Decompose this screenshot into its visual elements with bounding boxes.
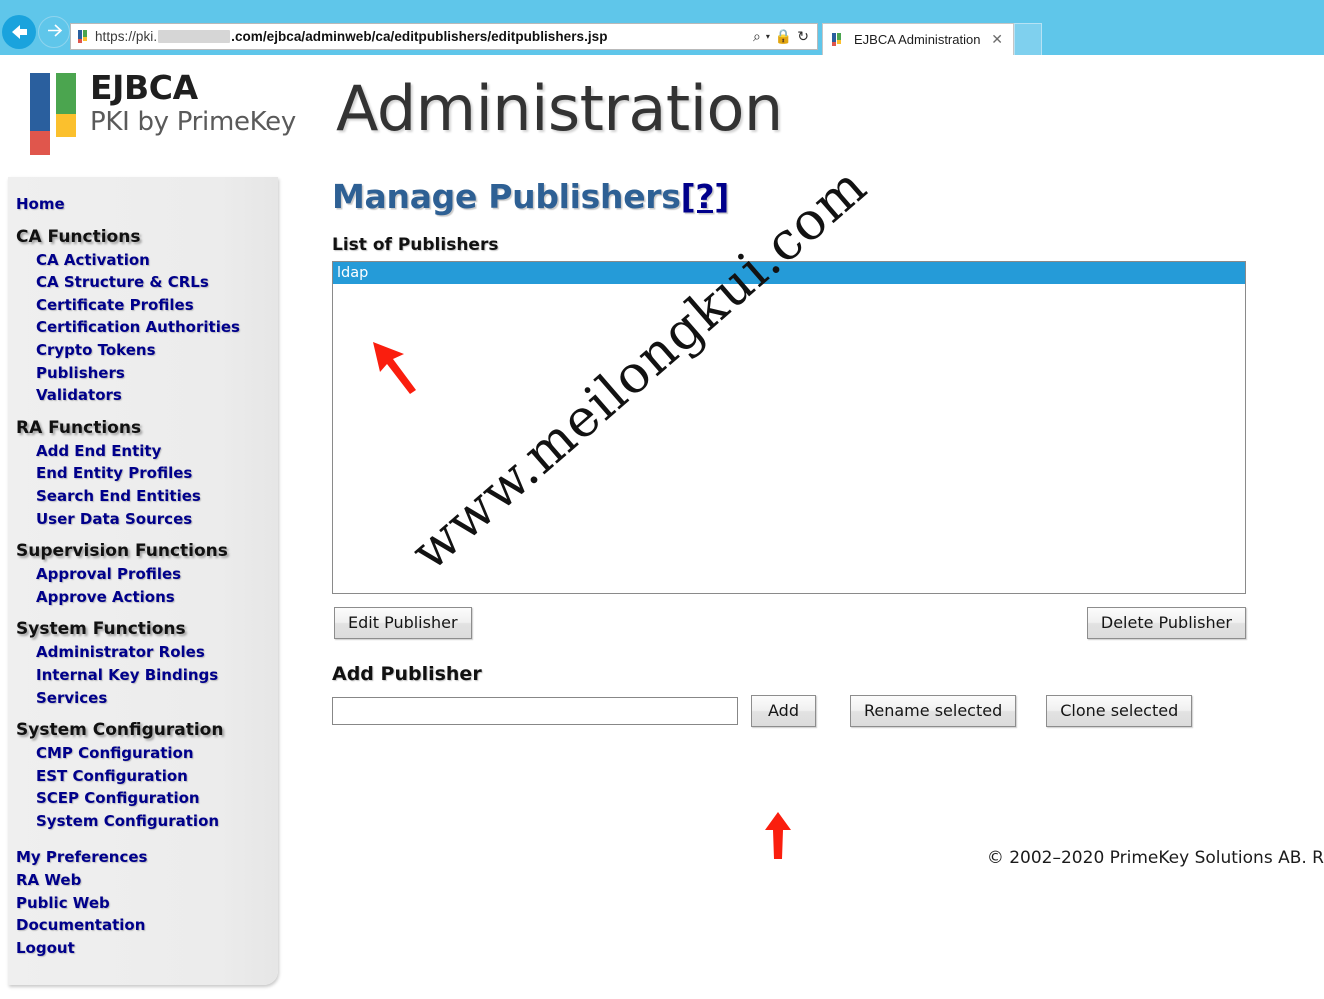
sidebar-item-home[interactable]: Home (8, 193, 278, 216)
site-favicon-icon (78, 30, 89, 43)
app-title: Administration (336, 72, 783, 145)
logo-title: EJBCA (90, 68, 198, 107)
tab-title: EJBCA Administration (854, 32, 981, 47)
sidebar-item-approve-actions[interactable]: Approve Actions (8, 586, 278, 609)
url-prefix: https://pki. (95, 29, 158, 44)
add-button[interactable]: Add (751, 695, 816, 727)
tab-favicon-icon (832, 33, 843, 46)
sidebar-item-est-configuration[interactable]: EST Configuration (8, 765, 278, 788)
browser-chrome: https://pki. .com/ejbca/adminweb/ca/editp… (0, 0, 1324, 55)
publisher-name-input[interactable] (332, 697, 738, 725)
url-text: https://pki. .com/ejbca/adminweb/ca/editp… (95, 29, 608, 44)
chevron-down-icon[interactable]: ▾ (766, 32, 770, 41)
annotation-arrow-add (762, 812, 794, 864)
sidebar-item-validators[interactable]: Validators (8, 384, 278, 407)
back-arrow-icon (9, 23, 29, 41)
help-link[interactable]: [?] (681, 177, 730, 216)
page-header: EJBCA PKI by PrimeKey Administration (0, 55, 1324, 177)
new-tab-button[interactable] (1014, 23, 1042, 55)
main-content: Manage Publishers[?] List of Publishers … (332, 177, 1324, 868)
sidebar-item-search-end-entities[interactable]: Search End Entities (8, 485, 278, 508)
add-publisher-row: Add Rename selected Clone selected (332, 695, 1324, 727)
sidebar-item-end-entity-profiles[interactable]: End Entity Profiles (8, 462, 278, 485)
add-section-label: Add Publisher (332, 663, 482, 685)
page-content: EJBCA PKI by PrimeKey Administration Hom… (0, 55, 1324, 999)
list-action-buttons: Edit Publisher Delete Publisher (332, 607, 1246, 641)
search-icon[interactable]: ⌕ (753, 30, 761, 44)
sidebar-navigation: Home CA Functions CA Activation CA Struc… (8, 177, 278, 985)
publishers-listbox[interactable]: ldap (332, 261, 1246, 594)
edit-publisher-button[interactable]: Edit Publisher (334, 607, 472, 639)
list-section-label: List of Publishers (332, 235, 499, 255)
delete-publisher-button[interactable]: Delete Publisher (1086, 607, 1246, 639)
page-title: Manage Publishers[?] (332, 177, 1324, 217)
url-suffix: .com/ejbca/adminweb/ca/editpublishers/ed… (231, 29, 608, 44)
sidebar-header-ra-functions: RA Functions (16, 417, 142, 438)
rename-selected-button[interactable]: Rename selected (849, 695, 1017, 727)
sidebar-item-documentation[interactable]: Documentation (8, 914, 278, 937)
ejbca-logo: EJBCA PKI by PrimeKey (30, 70, 296, 155)
sidebar-item-logout[interactable]: Logout (8, 937, 278, 960)
tab-ejbca-administration[interactable]: EJBCA Administration ✕ (822, 23, 1014, 55)
sidebar-item-crypto-tokens[interactable]: Crypto Tokens (8, 339, 278, 362)
sidebar-item-add-end-entity[interactable]: Add End Entity (8, 440, 278, 463)
sidebar-item-services[interactable]: Services (8, 687, 278, 710)
url-redacted-block (158, 30, 231, 43)
sidebar-item-approval-profiles[interactable]: Approval Profiles (8, 563, 278, 586)
clone-selected-button[interactable]: Clone selected (1046, 695, 1193, 727)
sidebar-item-ra-web[interactable]: RA Web (8, 869, 278, 892)
sidebar-item-public-web[interactable]: Public Web (8, 892, 278, 915)
sidebar-item-publishers[interactable]: Publishers (8, 362, 278, 385)
close-icon[interactable]: ✕ (987, 32, 1007, 48)
logo-bars-icon (30, 73, 79, 155)
sidebar-item-administrator-roles[interactable]: Administrator Roles (8, 641, 278, 664)
sidebar-item-certification-authorities[interactable]: Certification Authorities (8, 316, 278, 339)
lock-icon: 🔒 (774, 28, 793, 45)
page-title-text: Manage Publishers (332, 177, 681, 216)
refresh-icon[interactable]: ↻ (797, 30, 809, 44)
back-button[interactable] (2, 15, 36, 49)
sidebar-item-ca-structure-crls[interactable]: CA Structure & CRLs (8, 271, 278, 294)
address-bar[interactable]: https://pki. .com/ejbca/adminweb/ca/editp… (70, 23, 818, 50)
logo-subtitle: PKI by PrimeKey (90, 107, 296, 137)
sidebar-item-user-data-sources[interactable]: User Data Sources (8, 508, 278, 531)
sidebar-item-scep-configuration[interactable]: SCEP Configuration (8, 787, 278, 810)
sidebar-item-my-preferences[interactable]: My Preferences (8, 846, 278, 869)
sidebar-item-ca-activation[interactable]: CA Activation (8, 249, 278, 272)
sidebar-header-system-configuration: System Configuration (16, 720, 224, 741)
sidebar-header-system-functions: System Functions (16, 619, 186, 640)
sidebar-item-system-configuration[interactable]: System Configuration (8, 810, 278, 833)
sidebar-header-supervision-functions: Supervision Functions (16, 541, 228, 562)
tab-strip: EJBCA Administration ✕ (822, 23, 1042, 55)
sidebar-header-ca-functions: CA Functions (16, 226, 141, 247)
sidebar-item-certificate-profiles[interactable]: Certificate Profiles (8, 294, 278, 317)
sidebar-item-internal-key-bindings[interactable]: Internal Key Bindings (8, 664, 278, 687)
forward-arrow-icon (46, 23, 63, 42)
sidebar-item-cmp-configuration[interactable]: CMP Configuration (8, 742, 278, 765)
copyright-footer: © 2002–2020 PrimeKey Solutions AB. R (986, 848, 1324, 868)
list-item-ldap[interactable]: ldap (333, 262, 1245, 284)
forward-button[interactable] (38, 16, 70, 48)
annotation-arrow-list (370, 338, 448, 400)
